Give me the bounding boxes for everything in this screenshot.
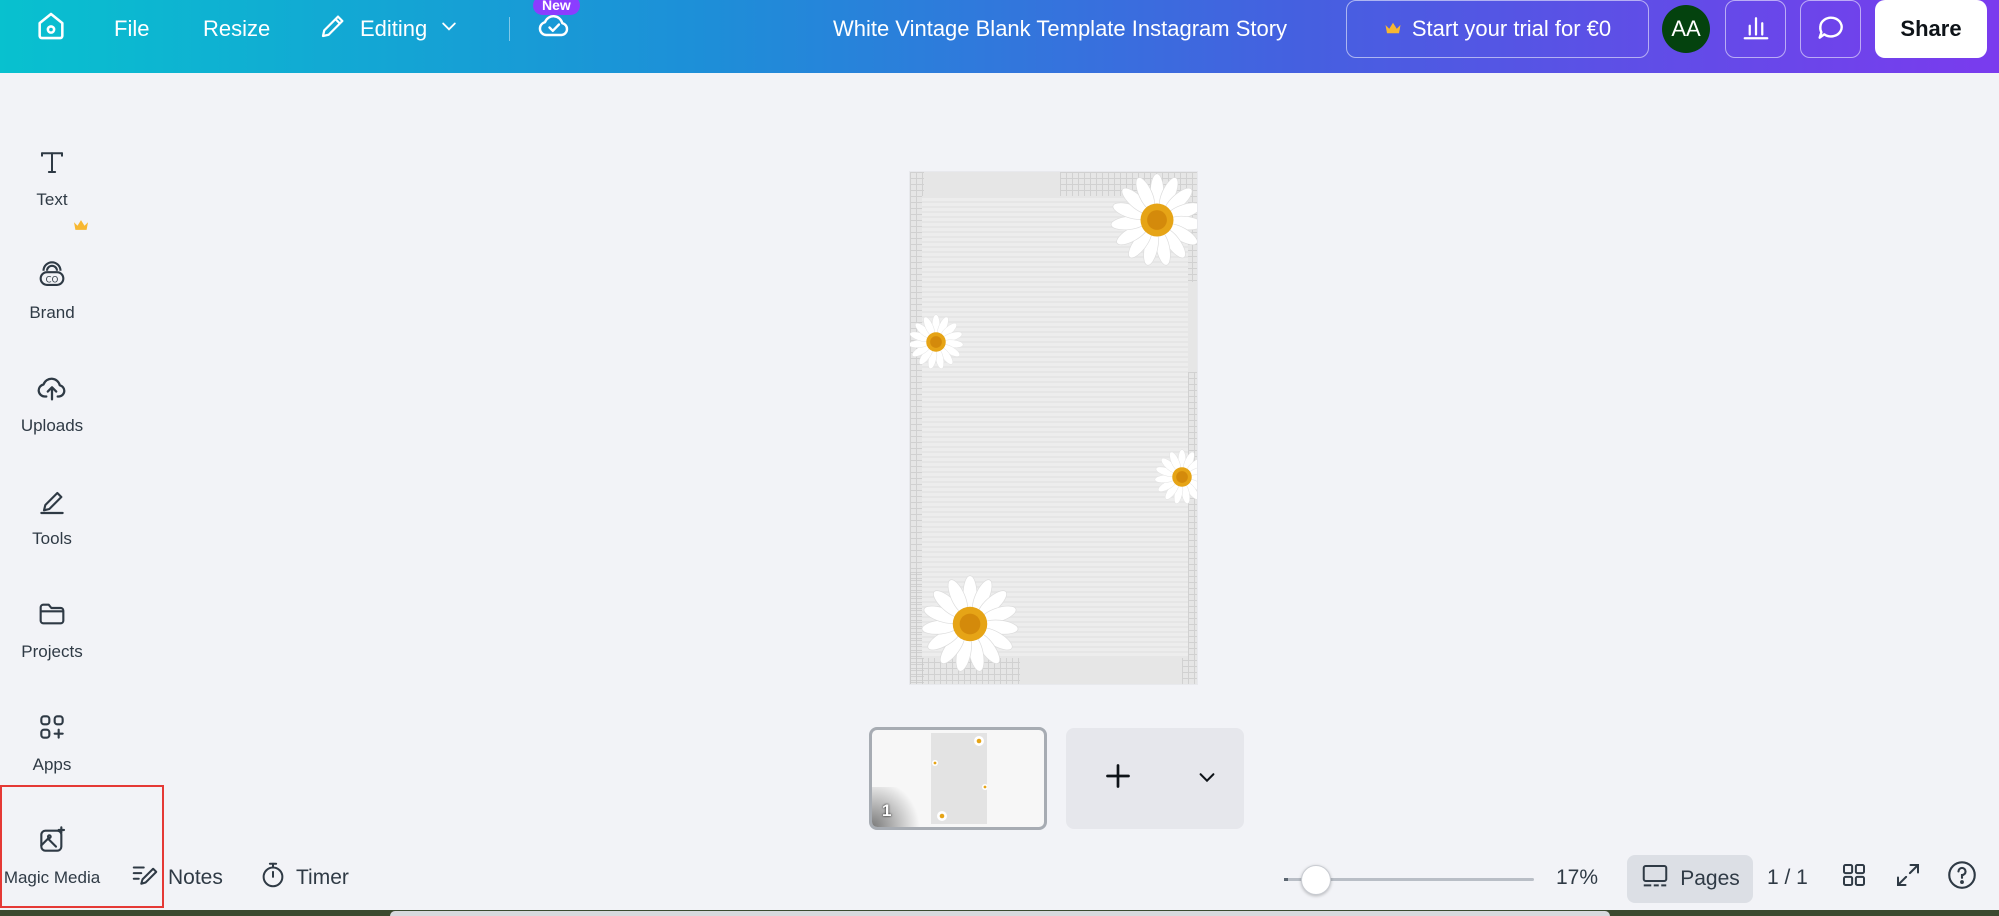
- sidebar-item-uploads[interactable]: Uploads: [0, 354, 104, 454]
- editing-mode-button[interactable]: Editing: [318, 0, 459, 57]
- apps-icon: [32, 707, 72, 747]
- sidebar-item-label: Uploads: [20, 416, 84, 435]
- start-trial-label: Start your trial for €0: [1411, 16, 1612, 41]
- sidebar-item-tools[interactable]: Tools: [0, 467, 104, 567]
- sidebar-item-label: Projects: [21, 642, 83, 661]
- crown-icon: [1384, 16, 1402, 42]
- help-icon: [1945, 858, 1979, 898]
- expand-icon: [1893, 860, 1923, 896]
- brand-icon: CO: [32, 255, 72, 295]
- page-number: 1: [882, 801, 892, 820]
- text-icon: [32, 142, 72, 182]
- thumbnail-preview: [931, 733, 988, 824]
- notes-label: Notes: [168, 866, 223, 889]
- premium-crown-icon: [72, 218, 90, 237]
- sidebar-item-label: Text: [36, 190, 68, 209]
- plus-icon: [1100, 764, 1136, 798]
- chevron-down-icon: [1196, 773, 1218, 792]
- notes-button[interactable]: Notes: [130, 860, 223, 896]
- add-page-button[interactable]: [1100, 758, 1136, 799]
- timer-icon: [258, 860, 288, 896]
- bar-chart-icon: [1741, 12, 1771, 47]
- zoom-level[interactable]: 17%: [1556, 860, 1598, 896]
- window-edge: [390, 911, 1610, 916]
- add-page-group: [1066, 728, 1244, 829]
- page-thumbnail[interactable]: 1: [869, 727, 1047, 830]
- folder-icon: [32, 594, 72, 634]
- home-icon: [34, 9, 68, 49]
- insights-button[interactable]: [1725, 0, 1786, 58]
- notes-icon: [130, 860, 160, 896]
- start-trial-button[interactable]: Start your trial for €0: [1346, 0, 1649, 58]
- user-avatar[interactable]: AA: [1662, 5, 1710, 53]
- comments-button[interactable]: [1800, 0, 1861, 58]
- thumbnail-shadow: [872, 787, 927, 827]
- design-canvas[interactable]: [910, 172, 1197, 684]
- home-button[interactable]: [34, 0, 68, 57]
- page-counter: 1 / 1: [1767, 866, 1808, 889]
- sidebar-item-text[interactable]: Text: [0, 128, 104, 228]
- zoom-slider-fill: [1284, 878, 1288, 881]
- file-menu-button[interactable]: File: [114, 0, 149, 57]
- pages-label: Pages: [1680, 867, 1740, 890]
- timer-label: Timer: [296, 866, 349, 889]
- zoom-slider-handle[interactable]: [1301, 865, 1331, 895]
- document-title[interactable]: White Vintage Blank Template Instagram S…: [760, 0, 1360, 57]
- daisy-decorations: [910, 173, 1197, 674]
- new-badge: New: [533, 0, 580, 15]
- svg-text:CO: CO: [46, 275, 59, 285]
- timer-button[interactable]: Timer: [258, 860, 349, 896]
- chevron-down-icon: [439, 16, 459, 42]
- zoom-slider[interactable]: [1284, 865, 1534, 895]
- share-button[interactable]: Share: [1875, 0, 1987, 58]
- sidebar-item-label: Apps: [32, 755, 72, 774]
- sidebar-item-label: Tools: [32, 529, 72, 548]
- help-button[interactable]: [1945, 860, 1979, 896]
- toolbar-divider: [509, 17, 510, 41]
- sidebar-item-apps[interactable]: Apps: [0, 693, 104, 793]
- editing-label: Editing: [360, 15, 428, 41]
- grid-view-icon: [1839, 860, 1869, 896]
- top-bar: File Resize Editing New White Vintage Bl…: [0, 0, 1999, 73]
- add-page-options-button[interactable]: [1196, 766, 1218, 793]
- pages-button[interactable]: Pages: [1627, 855, 1753, 903]
- sidebar-item-projects[interactable]: Projects: [0, 580, 104, 680]
- comment-icon: [1815, 11, 1847, 48]
- sidebar-item-label: Brand: [29, 303, 75, 322]
- pages-icon: [1640, 861, 1670, 897]
- pen-tool-icon: [32, 481, 72, 521]
- cloud-upload-icon: [32, 368, 72, 408]
- grid-view-button[interactable]: [1839, 860, 1869, 896]
- resize-button[interactable]: Resize: [203, 0, 270, 57]
- sidebar-item-brand[interactable]: CO Brand: [0, 241, 104, 341]
- pencil-icon: [318, 11, 348, 47]
- fullscreen-button[interactable]: [1893, 860, 1923, 896]
